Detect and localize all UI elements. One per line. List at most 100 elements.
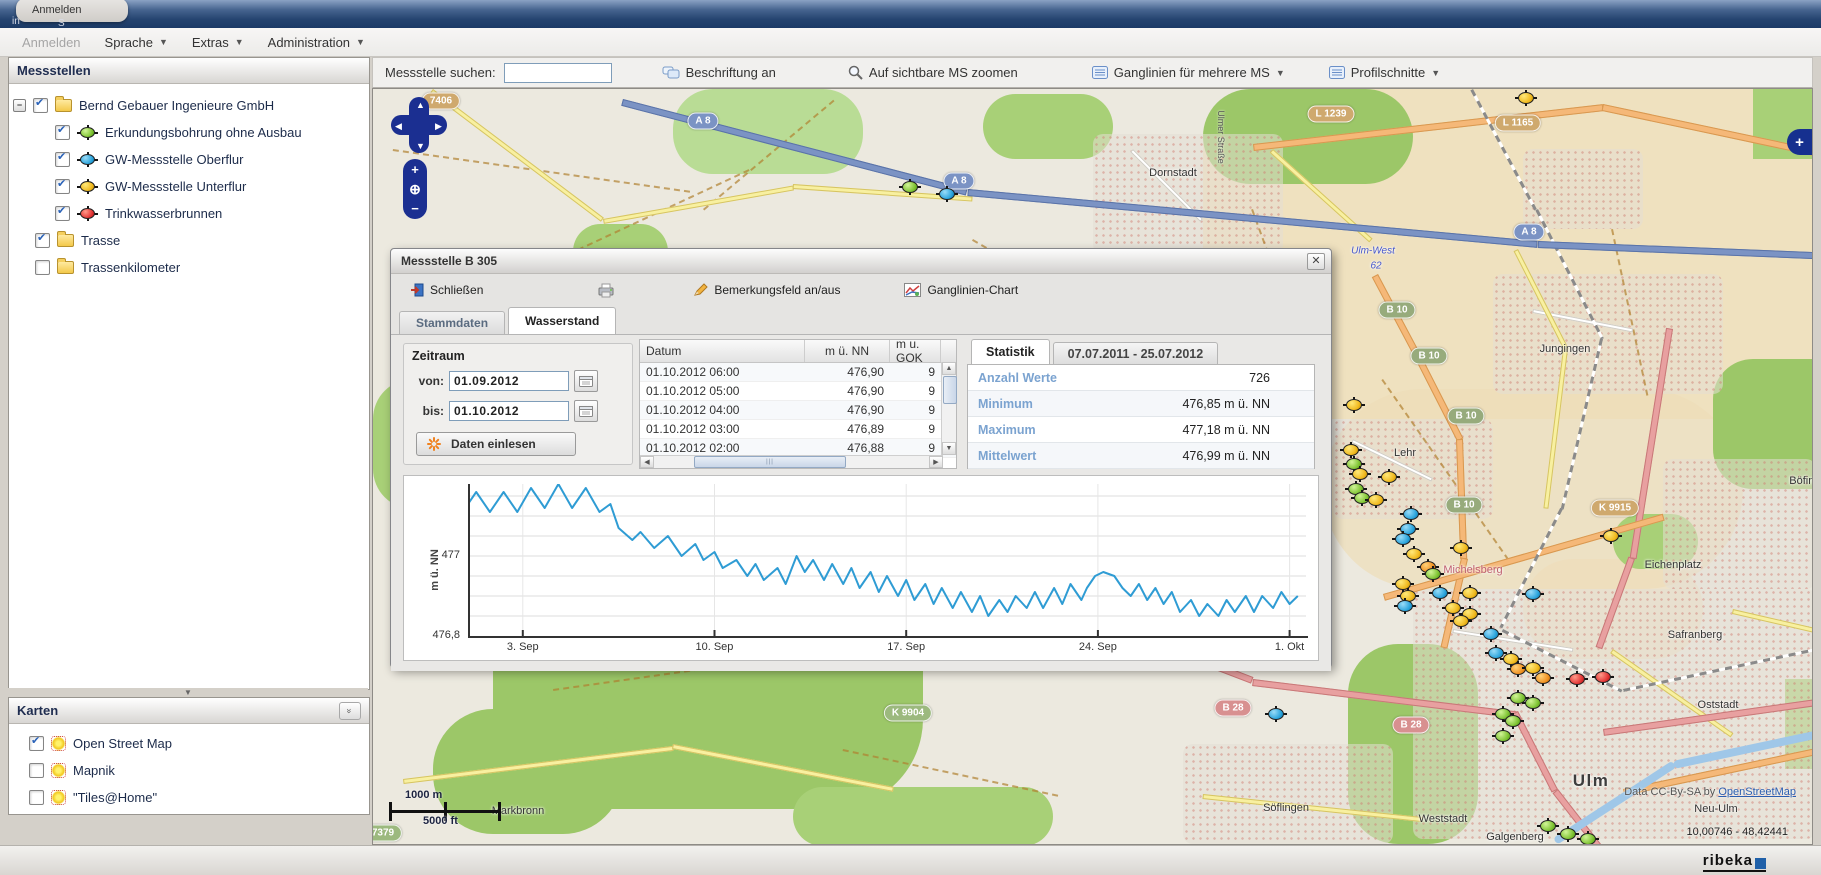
- checkbox[interactable]: [55, 152, 70, 167]
- calendar-button[interactable]: [574, 400, 598, 422]
- search-input[interactable]: [504, 63, 612, 83]
- tree-item-trinkwasserbrunnen[interactable]: Trinkwasserbrunnen: [13, 200, 369, 227]
- tree-item-erkundungsbohrung[interactable]: Erkundungsbohrung ohne Ausbau: [13, 119, 369, 146]
- checkbox[interactable]: [29, 736, 44, 751]
- dialog-titlebar[interactable]: Messstelle B 305 ✕: [391, 249, 1331, 274]
- map-marker[interactable]: [1392, 531, 1414, 547]
- horizontal-scrollbar[interactable]: ◀ ||| ▶: [640, 455, 943, 468]
- map-marker[interactable]: [1592, 669, 1614, 685]
- column-header-gok[interactable]: m u. GOK: [890, 340, 941, 362]
- map-marker[interactable]: [1566, 671, 1588, 687]
- map-marker[interactable]: [1343, 397, 1365, 413]
- map-marker[interactable]: [1349, 466, 1371, 482]
- globe-icon[interactable]: ⊕: [409, 183, 421, 195]
- map-marker[interactable]: [1480, 626, 1502, 642]
- pan-west-icon[interactable]: ◀: [395, 121, 402, 132]
- layer-switcher-button[interactable]: +: [1787, 129, 1812, 155]
- table-row[interactable]: 01.10.2012 03:00476,899: [640, 420, 956, 439]
- pan-east-icon[interactable]: ▶: [435, 121, 442, 132]
- scroll-right-icon[interactable]: ▶: [929, 456, 943, 468]
- table-row[interactable]: 01.10.2012 06:00476,909: [640, 363, 956, 382]
- menu-extras[interactable]: Extras▼: [180, 31, 256, 54]
- column-header-datum[interactable]: Datum: [640, 340, 805, 362]
- tree-item-root[interactable]: − Bernd Gebauer Ingenieure GmbH: [13, 92, 369, 119]
- map-marker[interactable]: [1537, 818, 1559, 834]
- collapse-icon[interactable]: −: [13, 99, 26, 112]
- map-marker[interactable]: [1502, 713, 1524, 729]
- checkbox[interactable]: [55, 125, 70, 140]
- layer-item-osm[interactable]: Open Street Map: [13, 730, 369, 757]
- daten-einlesen-button[interactable]: Daten einlesen: [416, 432, 576, 456]
- scrollbar-thumb[interactable]: [943, 376, 957, 404]
- layer-item-mapnik[interactable]: Mapnik: [13, 757, 369, 784]
- beschriftung-button[interactable]: Beschriftung an: [657, 62, 781, 83]
- calendar-button[interactable]: [574, 370, 598, 392]
- tree-item-gw-oberflur[interactable]: GW-Messstelle Oberflur: [13, 146, 369, 173]
- profilschnitte-button[interactable]: Profilschnitte ▼: [1324, 62, 1445, 83]
- pan-south-icon[interactable]: ▼: [416, 141, 425, 151]
- checkbox[interactable]: [55, 206, 70, 221]
- tab-wasserstand[interactable]: Wasserstand: [508, 307, 616, 334]
- map-marker[interactable]: [1557, 826, 1579, 842]
- tree-item-trasse[interactable]: Trasse: [13, 227, 369, 254]
- map-marker[interactable]: [1522, 586, 1544, 602]
- checkbox[interactable]: [55, 179, 70, 194]
- layer-item-tilesathome[interactable]: "Tiles@Home": [13, 784, 369, 811]
- map-pan-control[interactable]: ▲ ◀ ▶ ▼: [391, 97, 447, 153]
- schliessen-button[interactable]: Schließen: [403, 280, 489, 300]
- map-marker[interactable]: [1532, 670, 1554, 686]
- map-marker[interactable]: [1492, 728, 1514, 744]
- menu-anmelden[interactable]: Anmelden: [10, 31, 93, 54]
- messstelle-dialog[interactable]: Messstelle B 305 ✕ Schließen Bemerkungsf…: [390, 248, 1332, 668]
- map-marker[interactable]: [1265, 706, 1287, 722]
- sidebar-splitter[interactable]: ▼: [8, 688, 368, 697]
- ganglinien-mehrere-ms-button[interactable]: Ganglinien für mehrere MS ▼: [1087, 62, 1290, 83]
- zoom-out-icon[interactable]: −: [411, 201, 419, 216]
- zoom-in-icon[interactable]: +: [411, 162, 419, 177]
- print-button[interactable]: [591, 280, 621, 301]
- tab-stammdaten[interactable]: Stammdaten: [399, 311, 505, 334]
- tab-date-range[interactable]: 07.07.2011 - 25.07.2012: [1053, 342, 1219, 364]
- map-marker[interactable]: [899, 179, 921, 195]
- map-marker[interactable]: [1522, 695, 1544, 711]
- map-marker[interactable]: [936, 186, 958, 202]
- tree-item-gw-unterflur[interactable]: GW-Messstelle Unterflur: [13, 173, 369, 200]
- scroll-up-icon[interactable]: ▲: [942, 362, 956, 375]
- map-marker[interactable]: [1378, 469, 1400, 485]
- map-marker[interactable]: [1400, 506, 1422, 522]
- checkbox[interactable]: [29, 763, 44, 778]
- map-marker[interactable]: [1422, 566, 1444, 582]
- pan-north-icon[interactable]: ▲: [416, 100, 425, 110]
- checkbox[interactable]: [35, 233, 50, 248]
- map-zoom-control[interactable]: + ⊕ −: [403, 159, 427, 219]
- bis-date-input[interactable]: [449, 401, 569, 421]
- zoom-visible-ms-button[interactable]: Auf sichtbare MS zoomen: [843, 62, 1023, 83]
- bemerkungsfeld-button[interactable]: Bemerkungsfeld an/aus: [687, 280, 846, 300]
- map-marker[interactable]: [1577, 831, 1599, 845]
- tab-statistik[interactable]: Statistik: [971, 339, 1050, 364]
- map-marker[interactable]: [1365, 492, 1387, 508]
- checkbox[interactable]: [33, 98, 48, 113]
- map-marker[interactable]: [1450, 613, 1472, 629]
- scroll-left-icon[interactable]: ◀: [640, 456, 654, 468]
- close-icon[interactable]: ✕: [1307, 253, 1325, 270]
- scroll-down-icon[interactable]: ▼: [942, 442, 956, 455]
- map-marker[interactable]: [1429, 585, 1451, 601]
- table-row[interactable]: 01.10.2012 04:00476,909: [640, 401, 956, 420]
- vertical-scrollbar[interactable]: ▲ ▼: [941, 362, 956, 455]
- ganglinien-chart-button[interactable]: Ganglinien-Chart: [898, 280, 1024, 300]
- menu-sprache[interactable]: Sprache▼: [93, 31, 180, 54]
- map-marker[interactable]: [1600, 528, 1622, 544]
- tree-item-trassenkilometer[interactable]: Trassenkilometer: [13, 254, 369, 281]
- table-row[interactable]: 01.10.2012 05:00476,909: [640, 382, 956, 401]
- attribution-link[interactable]: OpenStreetMap: [1718, 786, 1796, 798]
- collapse-panel-button[interactable]: »: [339, 702, 361, 720]
- von-date-input[interactable]: [449, 371, 569, 391]
- column-header-mnn[interactable]: m ü. NN: [805, 340, 890, 362]
- scrollbar-thumb[interactable]: |||: [694, 456, 846, 468]
- map-marker[interactable]: [1450, 540, 1472, 556]
- checkbox[interactable]: [29, 790, 44, 805]
- login-popup-tab[interactable]: Anmelden: [16, 0, 128, 22]
- menu-administration[interactable]: Administration▼: [256, 31, 377, 54]
- map-marker[interactable]: [1459, 585, 1481, 601]
